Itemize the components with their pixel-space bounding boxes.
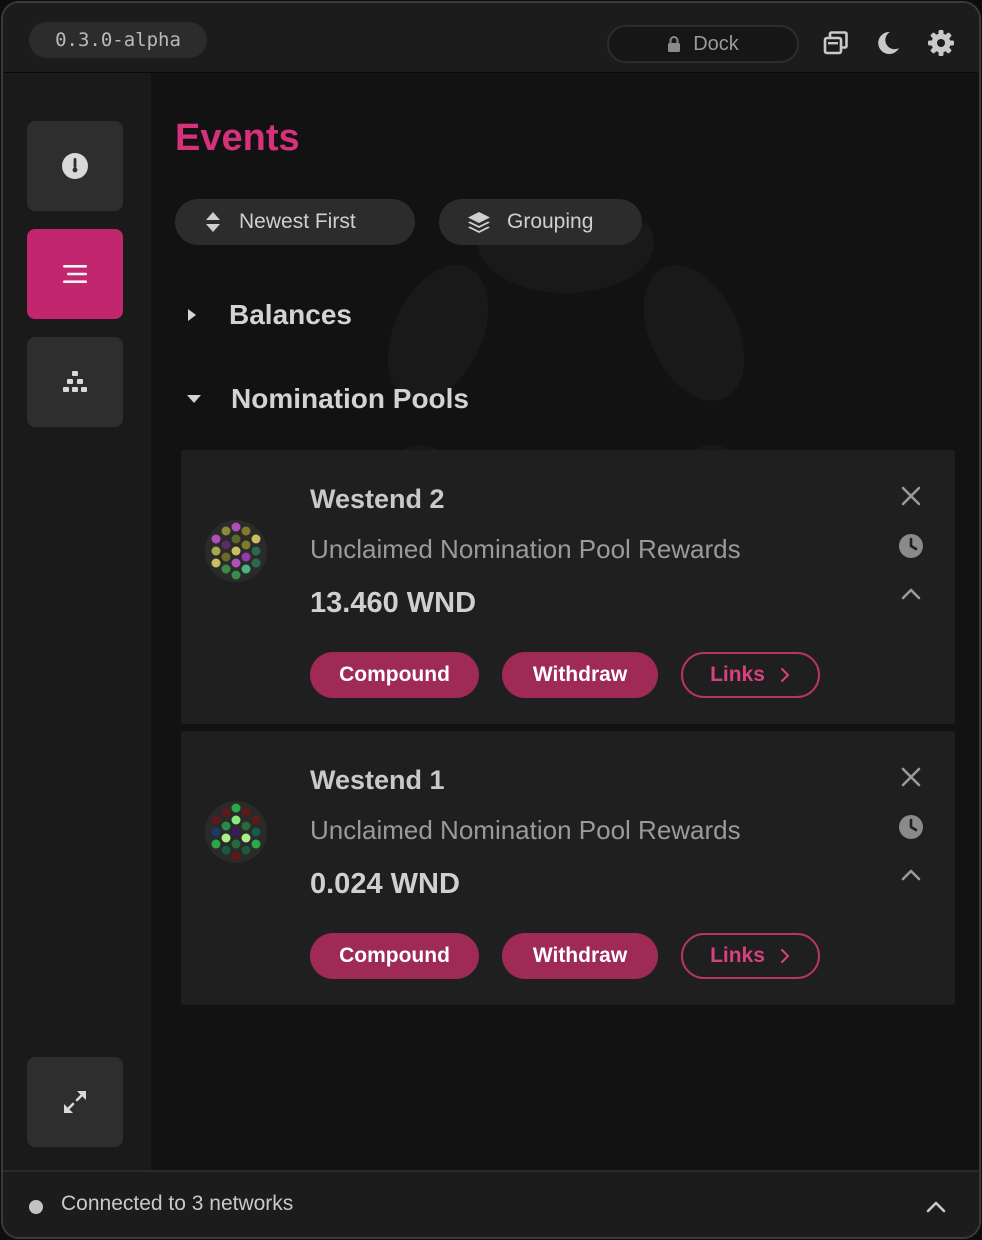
account-avatar-icon <box>205 520 267 582</box>
copy-windows-icon[interactable] <box>820 27 852 59</box>
lock-icon <box>668 36 681 52</box>
clock-icon[interactable] <box>897 532 925 560</box>
moon-icon[interactable] <box>872 27 904 59</box>
connection-status: Connected to 3 networks <box>61 1192 294 1215</box>
sort-label: Newest First <box>239 210 356 233</box>
layers-icon <box>468 212 490 233</box>
close-icon[interactable] <box>897 482 925 510</box>
withdraw-button[interactable]: Withdraw <box>502 933 658 979</box>
section-balances[interactable]: Balances <box>185 299 352 331</box>
events-panel: Events Newest First Grouping Balances No… <box>151 73 979 1170</box>
sidebar <box>3 73 151 1170</box>
withdraw-button[interactable]: Withdraw <box>502 652 658 698</box>
account-avatar-icon <box>205 801 267 863</box>
top-bar: 0.3.0-alpha Dock <box>3 3 979 73</box>
section-nomination-pools[interactable]: Nomination Pools <box>185 383 469 415</box>
expand-icon <box>64 1091 86 1113</box>
event-amount: 13.460 WND <box>310 587 477 619</box>
close-icon[interactable] <box>897 763 925 791</box>
event-subtitle: Unclaimed Nomination Pool Rewards <box>310 815 741 845</box>
event-subtitle: Unclaimed Nomination Pool Rewards <box>310 534 741 564</box>
chevron-right-icon <box>780 668 789 682</box>
status-bar: Connected to 3 networks <box>3 1170 979 1237</box>
compound-button[interactable]: Compound <box>310 652 479 698</box>
links-button[interactable]: Links <box>681 652 820 698</box>
caret-right-icon <box>188 309 196 321</box>
links-button[interactable]: Links <box>681 933 820 979</box>
links-label: Links <box>710 944 765 967</box>
sidebar-item-events[interactable] <box>27 229 123 319</box>
section-label: Balances <box>229 299 352 330</box>
list-icon <box>63 265 87 283</box>
chevron-up-icon[interactable] <box>897 861 925 889</box>
chevron-up-icon[interactable] <box>921 1192 951 1222</box>
dock-label: Dock <box>693 32 739 55</box>
event-card: Westend 2 Unclaimed Nomination Pool Rewa… <box>181 450 955 724</box>
links-label: Links <box>710 663 765 686</box>
gear-icon[interactable] <box>925 27 957 59</box>
dock-button[interactable]: Dock <box>607 25 799 63</box>
hierarchy-icon <box>63 371 87 392</box>
event-card: Westend 1 Unclaimed Nomination Pool Rewa… <box>181 731 955 1005</box>
version-badge: 0.3.0-alpha <box>29 22 207 58</box>
page-title: Events <box>175 117 300 159</box>
compound-button[interactable]: Compound <box>310 933 479 979</box>
event-amount: 0.024 WND <box>310 868 460 900</box>
section-label: Nomination Pools <box>231 383 469 414</box>
event-title: Westend 2 <box>310 484 445 514</box>
event-title: Westend 1 <box>310 765 445 795</box>
chevron-right-icon <box>780 949 789 963</box>
sort-button[interactable]: Newest First <box>175 199 415 245</box>
sidebar-item-accounts[interactable] <box>27 337 123 427</box>
grouping-button[interactable]: Grouping <box>439 199 642 245</box>
status-indicator <box>29 1200 43 1214</box>
clock-icon[interactable] <box>897 813 925 841</box>
sort-icon <box>206 212 220 232</box>
sidebar-item-overview[interactable] <box>27 121 123 211</box>
chevron-up-icon[interactable] <box>897 580 925 608</box>
gauge-icon <box>62 153 88 179</box>
expand-button[interactable] <box>27 1057 123 1147</box>
caret-down-icon <box>187 395 201 403</box>
app-window: 0.3.0-alpha Dock Events Newest First Gro… <box>1 1 981 1239</box>
grouping-label: Grouping <box>507 210 594 233</box>
